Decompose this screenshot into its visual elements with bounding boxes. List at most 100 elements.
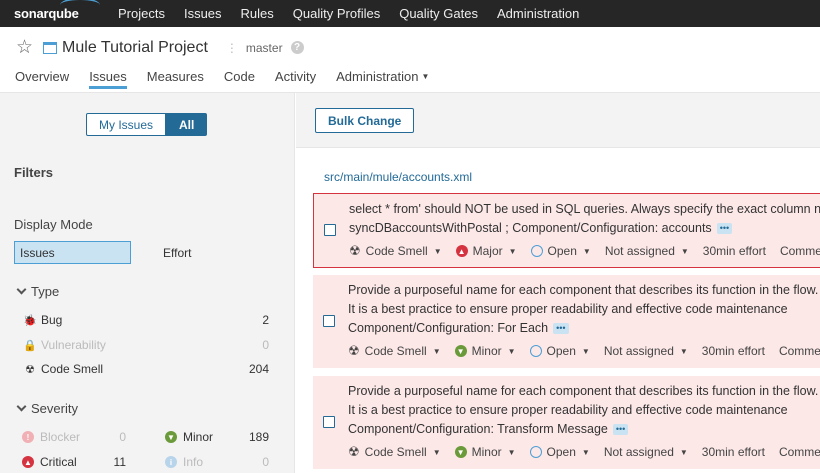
project-header: ☆ Mule Tutorial Project ⋮ master ? Overv… bbox=[0, 27, 820, 93]
issue-assignee-dropdown[interactable]: Not assigned ▼ bbox=[604, 445, 688, 459]
project-tabs: Overview Issues Measures Code Activity A… bbox=[15, 69, 449, 89]
issue-type-dropdown[interactable]: ☢ Code Smell ▼ bbox=[348, 343, 441, 359]
type-vulnerability-count: 0 bbox=[262, 338, 269, 352]
caret-down-icon: ▼ bbox=[508, 246, 517, 256]
critical-icon: ▲ bbox=[22, 456, 34, 468]
nav-administration[interactable]: Administration bbox=[497, 6, 579, 21]
tab-code[interactable]: Code bbox=[224, 69, 255, 89]
tab-measures[interactable]: Measures bbox=[147, 69, 204, 89]
issue-comment-link[interactable]: Comment bbox=[779, 344, 820, 358]
top-navbar: sonarqube Projects Issues Rules Quality … bbox=[0, 0, 820, 27]
severity-info-count: 0 bbox=[262, 455, 269, 469]
project-icon bbox=[43, 41, 58, 54]
display-mode-issues[interactable]: Issues bbox=[14, 241, 131, 264]
lock-icon: 🔒 bbox=[23, 339, 37, 352]
issue-message[interactable]: Provide a purposeful name for each compo… bbox=[348, 376, 820, 439]
open-status-icon bbox=[530, 245, 543, 257]
severity-blocker[interactable]: ! Blocker bbox=[22, 430, 80, 444]
severity-critical[interactable]: ▲ Critical bbox=[22, 455, 77, 469]
tab-issues[interactable]: Issues bbox=[89, 69, 127, 89]
help-icon[interactable]: ? bbox=[290, 41, 304, 54]
issue-effort: 30min effort bbox=[701, 344, 765, 358]
branch-icon: ⋮ bbox=[225, 40, 238, 55]
nav-issues[interactable]: Issues bbox=[184, 6, 222, 21]
issue-comment-link[interactable]: Comment bbox=[780, 244, 820, 258]
blocker-icon: ! bbox=[22, 431, 34, 443]
issue-message-line: It is a best practice to ensure proper r… bbox=[348, 403, 788, 417]
issue-message-line: It is a best practice to ensure proper r… bbox=[348, 302, 788, 316]
tab-overview[interactable]: Overview bbox=[15, 69, 69, 89]
severity-facet-header[interactable]: Severity bbox=[16, 401, 78, 416]
issue-message[interactable]: Provide a purposeful name for each compo… bbox=[348, 275, 820, 338]
issue-status-dropdown[interactable]: Open ▼ bbox=[530, 244, 591, 258]
issues-main: Bulk Change src/main/mule/accounts.xml s… bbox=[296, 93, 820, 473]
type-facet-header[interactable]: Type bbox=[16, 284, 59, 299]
issue-message-line: Provide a purposeful name for each compo… bbox=[348, 283, 819, 297]
issue-severity-dropdown[interactable]: ▼ Minor ▼ bbox=[454, 344, 516, 358]
code-smell-icon: ☢ bbox=[349, 243, 361, 258]
issue-effort: 30min effort bbox=[702, 244, 766, 258]
issue-status-dropdown[interactable]: Open ▼ bbox=[529, 344, 590, 358]
all-issues-button[interactable]: All bbox=[166, 113, 208, 136]
code-smell-icon: ☢ bbox=[25, 363, 35, 376]
issue-message-line: select * from' should NOT be used in SQL… bbox=[349, 202, 820, 216]
issue-severity-dropdown[interactable]: ▼ Minor ▼ bbox=[454, 445, 516, 459]
severity-minor[interactable]: ▼ Minor bbox=[165, 430, 213, 444]
nav-quality-gates[interactable]: Quality Gates bbox=[399, 6, 478, 21]
major-icon: ▲ bbox=[455, 245, 468, 257]
issue-type-dropdown[interactable]: ☢ Code Smell ▼ bbox=[348, 444, 441, 460]
severity-info[interactable]: i Info bbox=[165, 455, 203, 469]
issue-severity-dropdown[interactable]: ▲ Major ▼ bbox=[455, 244, 517, 258]
issue-effort: 30min effort bbox=[701, 445, 765, 459]
severity-critical-count: 11 bbox=[113, 455, 126, 469]
issue-meta: ☢ Code Smell ▼ ▲ Major ▼ Open ▼ Not assigned ▼… bbox=[349, 243, 820, 259]
minor-icon: ▼ bbox=[454, 345, 467, 357]
issue-comment-link[interactable]: Comment bbox=[779, 445, 820, 459]
my-issues-button[interactable]: My Issues bbox=[86, 113, 167, 136]
issue-status-dropdown[interactable]: Open ▼ bbox=[529, 445, 590, 459]
type-vulnerability[interactable]: 🔒 Vulnerability bbox=[22, 338, 106, 352]
tab-administration[interactable]: Administration ▼ bbox=[336, 69, 429, 89]
more-icon[interactable]: ••• bbox=[553, 323, 569, 334]
issue-message-line: syncDBaccountsWithPostal ; Component/Con… bbox=[349, 219, 820, 238]
tab-activity[interactable]: Activity bbox=[275, 69, 316, 89]
caret-down-icon: ▼ bbox=[581, 346, 590, 356]
issue-message[interactable]: select * from' should NOT be used in SQL… bbox=[349, 194, 820, 238]
issue-assignee-dropdown[interactable]: Not assigned ▼ bbox=[605, 244, 689, 258]
caret-down-icon: ▼ bbox=[581, 447, 590, 457]
nav-projects[interactable]: Projects bbox=[118, 6, 165, 21]
info-icon: i bbox=[165, 456, 177, 468]
issue-checkbox[interactable] bbox=[323, 315, 335, 327]
issue-message-line: Component/Configuration: For Each ••• bbox=[348, 319, 820, 338]
issue-card[interactable]: select * from' should NOT be used in SQL… bbox=[313, 193, 820, 268]
bulk-change-button[interactable]: Bulk Change bbox=[315, 108, 415, 133]
issue-message-line: Component/Configuration: Transform Messa… bbox=[348, 420, 820, 439]
nav-quality-profiles[interactable]: Quality Profiles bbox=[293, 6, 380, 21]
severity-blocker-count: 0 bbox=[119, 430, 126, 444]
issue-card[interactable]: Provide a purposeful name for each compo… bbox=[313, 376, 820, 469]
type-code-smell[interactable]: ☢ Code Smell bbox=[22, 362, 103, 376]
issue-checkbox[interactable] bbox=[323, 416, 335, 428]
minor-icon: ▼ bbox=[165, 431, 177, 443]
issue-card[interactable]: Provide a purposeful name for each compo… bbox=[313, 275, 820, 368]
issue-type-dropdown[interactable]: ☢ Code Smell ▼ bbox=[349, 243, 442, 259]
code-smell-icon: ☢ bbox=[348, 444, 360, 459]
project-name[interactable]: Mule Tutorial Project bbox=[62, 39, 208, 57]
type-bug[interactable]: 🐞 Bug bbox=[22, 313, 62, 327]
caret-down-icon: ▼ bbox=[679, 447, 688, 457]
nav-rules[interactable]: Rules bbox=[241, 6, 274, 21]
open-status-icon bbox=[529, 345, 542, 357]
more-icon[interactable]: ••• bbox=[612, 424, 629, 435]
sonarqube-logo[interactable]: sonarqube bbox=[0, 6, 118, 21]
caret-down-icon: ▼ bbox=[432, 346, 441, 356]
caret-down-icon: ▼ bbox=[680, 246, 689, 256]
display-mode-effort[interactable]: Effort bbox=[163, 246, 191, 260]
favorite-star-icon[interactable]: ☆ bbox=[16, 38, 33, 57]
more-icon[interactable]: ••• bbox=[716, 223, 733, 234]
issue-assignee-dropdown[interactable]: Not assigned ▼ bbox=[604, 344, 688, 358]
file-path-link[interactable]: src/main/mule/accounts.xml bbox=[324, 170, 472, 184]
type-code-smell-count: 204 bbox=[248, 362, 269, 376]
issue-checkbox[interactable] bbox=[324, 224, 336, 236]
display-mode-title: Display Mode bbox=[14, 217, 93, 232]
chevron-down-icon: ▼ bbox=[421, 72, 430, 81]
